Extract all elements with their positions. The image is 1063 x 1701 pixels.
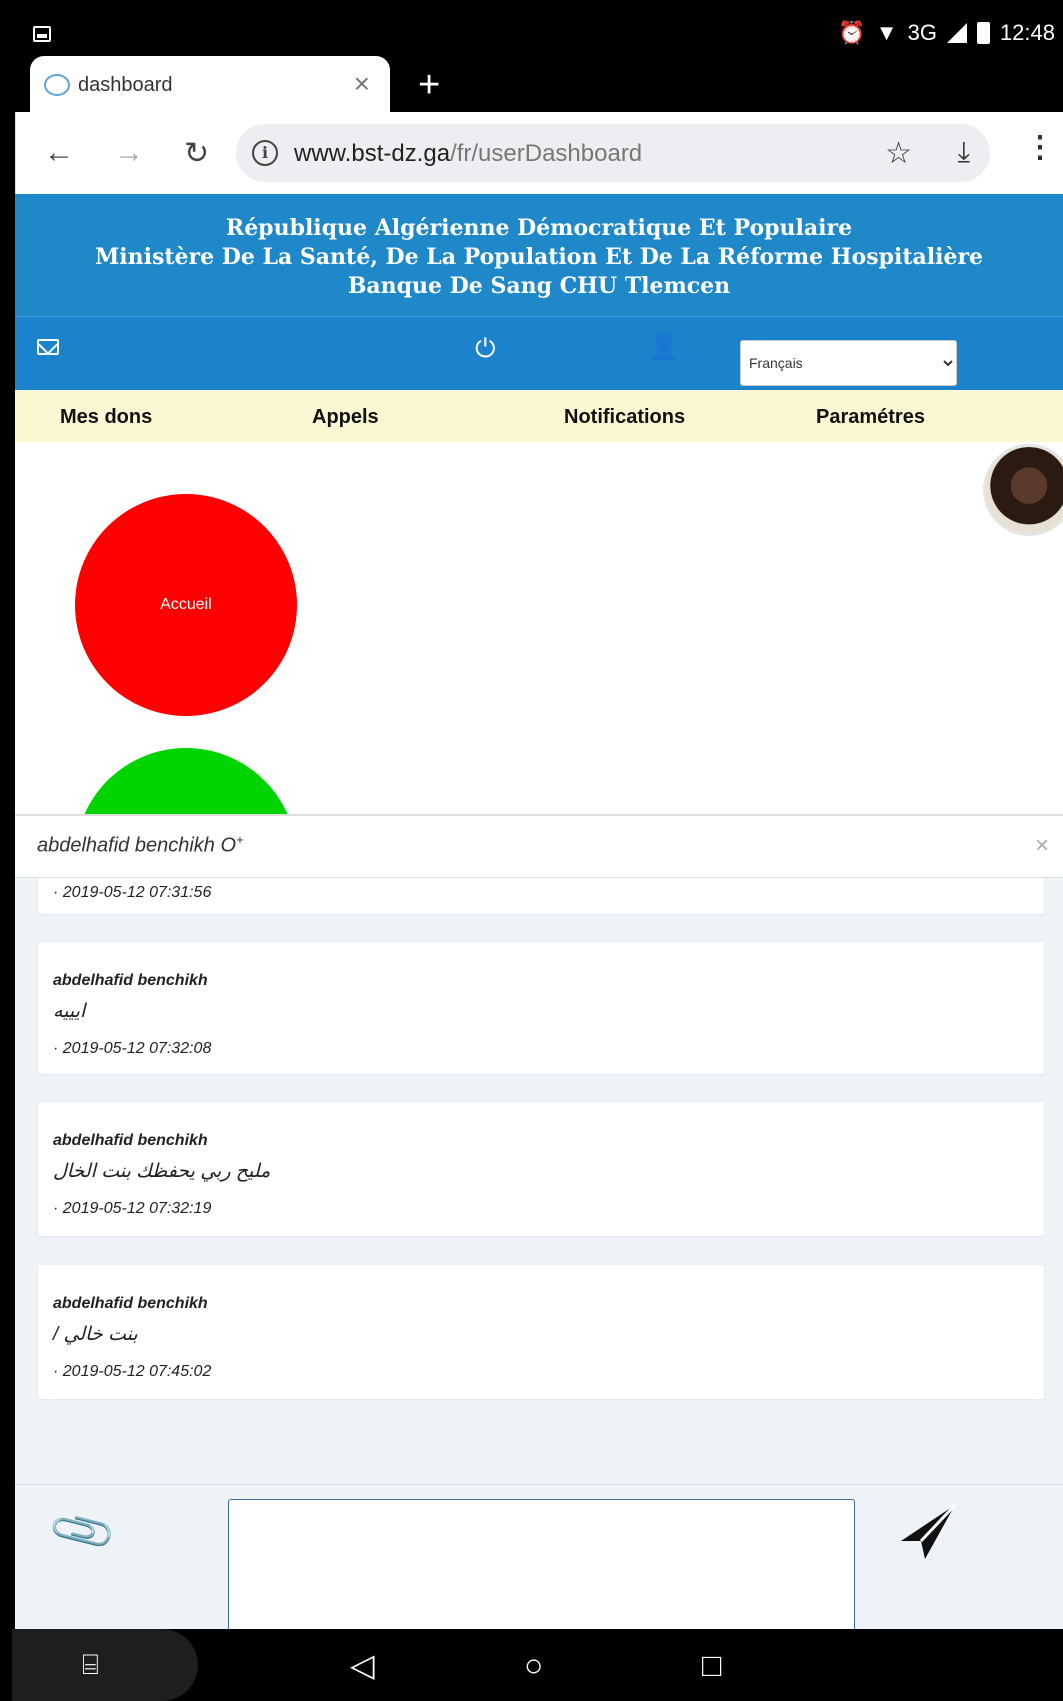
mail-icon[interactable] [37, 339, 59, 355]
message-author: abdelhafid benchikh [53, 1132, 208, 1149]
bookmark-star-icon[interactable]: ☆ [885, 136, 912, 171]
avatar[interactable] [983, 444, 1063, 536]
tab-strip: dashboard × + [0, 56, 1063, 112]
message-time: · 2019-05-12 07:32:08 [53, 1040, 212, 1057]
menu-item-appels[interactable]: Appels [312, 406, 379, 429]
message-text: ايييه [53, 1001, 86, 1022]
wifi-icon: ▼ [875, 20, 898, 45]
alarm-icon: ⏰ [838, 20, 866, 45]
accueil-label: Accueil [160, 596, 212, 613]
address-bar[interactable]: i www.bst-dz.ga/fr/userDashboard ☆ ⤓ [236, 124, 990, 182]
message-text: مليح ربي يحفظك بنت الخال [53, 1161, 271, 1182]
url-host: www.bst-dz.ga [294, 140, 451, 167]
reload-icon[interactable]: ↻ [184, 136, 209, 171]
message-card: abdelhafid benchikh بنت خالي / · 2019-05… [38, 1265, 1044, 1399]
menu-item-parametres[interactable]: Paramétres [816, 406, 925, 429]
home-nav-icon[interactable]: ○ [524, 1649, 543, 1681]
message-text: بنت خالي / [53, 1324, 138, 1345]
chat-panel: abdelhafid benchikh O+ × · 2019-05-12 07… [15, 814, 1063, 1629]
message-time: · 2019-05-12 07:32:19 [53, 1200, 212, 1217]
close-tab-icon[interactable]: × [354, 68, 370, 100]
browser-toolbar: ← → ↻ i www.bst-dz.ga/fr/userDashboard ☆… [15, 112, 1063, 194]
chat-title: abdelhafid benchikh O+ [37, 832, 244, 858]
recents-nav-icon[interactable]: □ [702, 1649, 721, 1681]
menu-bar: Mes dons Appels Notifications Paramétres [15, 390, 1063, 442]
message-time: · 2019-05-12 07:31:56 [53, 884, 212, 901]
web-page: République Algérienne Démocratique Et Po… [15, 194, 1063, 1629]
chat-messages[interactable]: · 2019-05-12 07:31:56 abdelhafid benchik… [15, 878, 1063, 1484]
screenshot-pill[interactable]: ⌸ [12, 1629, 198, 1701]
back-nav-icon[interactable]: ◁ [350, 1649, 375, 1681]
power-icon[interactable]: ⏻ [475, 333, 496, 365]
info-icon[interactable]: i [252, 140, 278, 166]
chat-header: abdelhafid benchikh O+ × [15, 814, 1063, 878]
message-composer: 📎 [15, 1484, 1063, 1629]
network-type: 3G [907, 20, 937, 45]
user-settings-icon[interactable]: 👤 [649, 333, 679, 362]
banner-line-2: Ministère De La Santé, De La Population … [94, 244, 984, 270]
menu-item-mes-dons[interactable]: Mes dons [60, 406, 152, 429]
message-author: abdelhafid benchikh [53, 972, 208, 989]
message-card: abdelhafid benchikh ايييه · 2019-05-12 0… [38, 942, 1044, 1074]
accueil-circle-button[interactable]: Accueil [75, 494, 297, 716]
tab-title: dashboard [78, 74, 173, 96]
language-select[interactable]: Français [740, 340, 957, 386]
signal-icon [946, 23, 967, 43]
message-time: · 2019-05-12 07:45:02 [53, 1363, 212, 1380]
image-notification-icon [33, 26, 51, 42]
new-tab-button[interactable]: + [418, 64, 440, 107]
blood-type-sup: + [236, 832, 244, 847]
message-card: · 2019-05-12 07:31:56 [38, 878, 1044, 914]
browser-tab[interactable]: dashboard × [30, 56, 390, 112]
overflow-menu-icon[interactable]: ⋮ [1025, 130, 1055, 165]
header-banner: République Algérienne Démocratique Et Po… [15, 194, 1063, 316]
menu-item-notifications[interactable]: Notifications [564, 406, 685, 429]
screenshot-icon[interactable]: ⌸ [82, 1651, 99, 1679]
message-card: abdelhafid benchikh مليح ربي يحفظك بنت ا… [38, 1102, 1044, 1236]
clock: 12:48 [999, 20, 1055, 45]
chat-title-text: abdelhafid benchikh O [37, 834, 237, 857]
status-bar: ⏰ ▼ 3G 12:48 [0, 0, 1063, 56]
banner-line-3: Banque De Sang CHU Tlemcen [347, 273, 731, 299]
icon-bar: ⏻ 👤 Français [15, 316, 1063, 390]
download-icon[interactable]: ⤓ [958, 136, 970, 169]
favicon-icon [44, 74, 70, 96]
battery-icon [976, 22, 990, 44]
back-icon[interactable]: ← [44, 136, 74, 170]
attachment-icon[interactable]: 📎 [45, 1494, 120, 1568]
system-nav-bar: ⌸ ◁ ○ □ [0, 1629, 1063, 1701]
url-text[interactable]: www.bst-dz.ga/fr/userDashboard [294, 140, 642, 168]
banner-line-1: République Algérienne Démocratique Et Po… [225, 215, 853, 241]
send-icon[interactable] [897, 1501, 959, 1568]
message-input[interactable] [228, 1499, 855, 1629]
forward-icon[interactable]: → [114, 136, 144, 170]
message-author: abdelhafid benchikh [53, 1295, 208, 1312]
close-chat-icon[interactable]: × [1035, 832, 1049, 860]
url-path: /fr/userDashboard [450, 140, 643, 167]
